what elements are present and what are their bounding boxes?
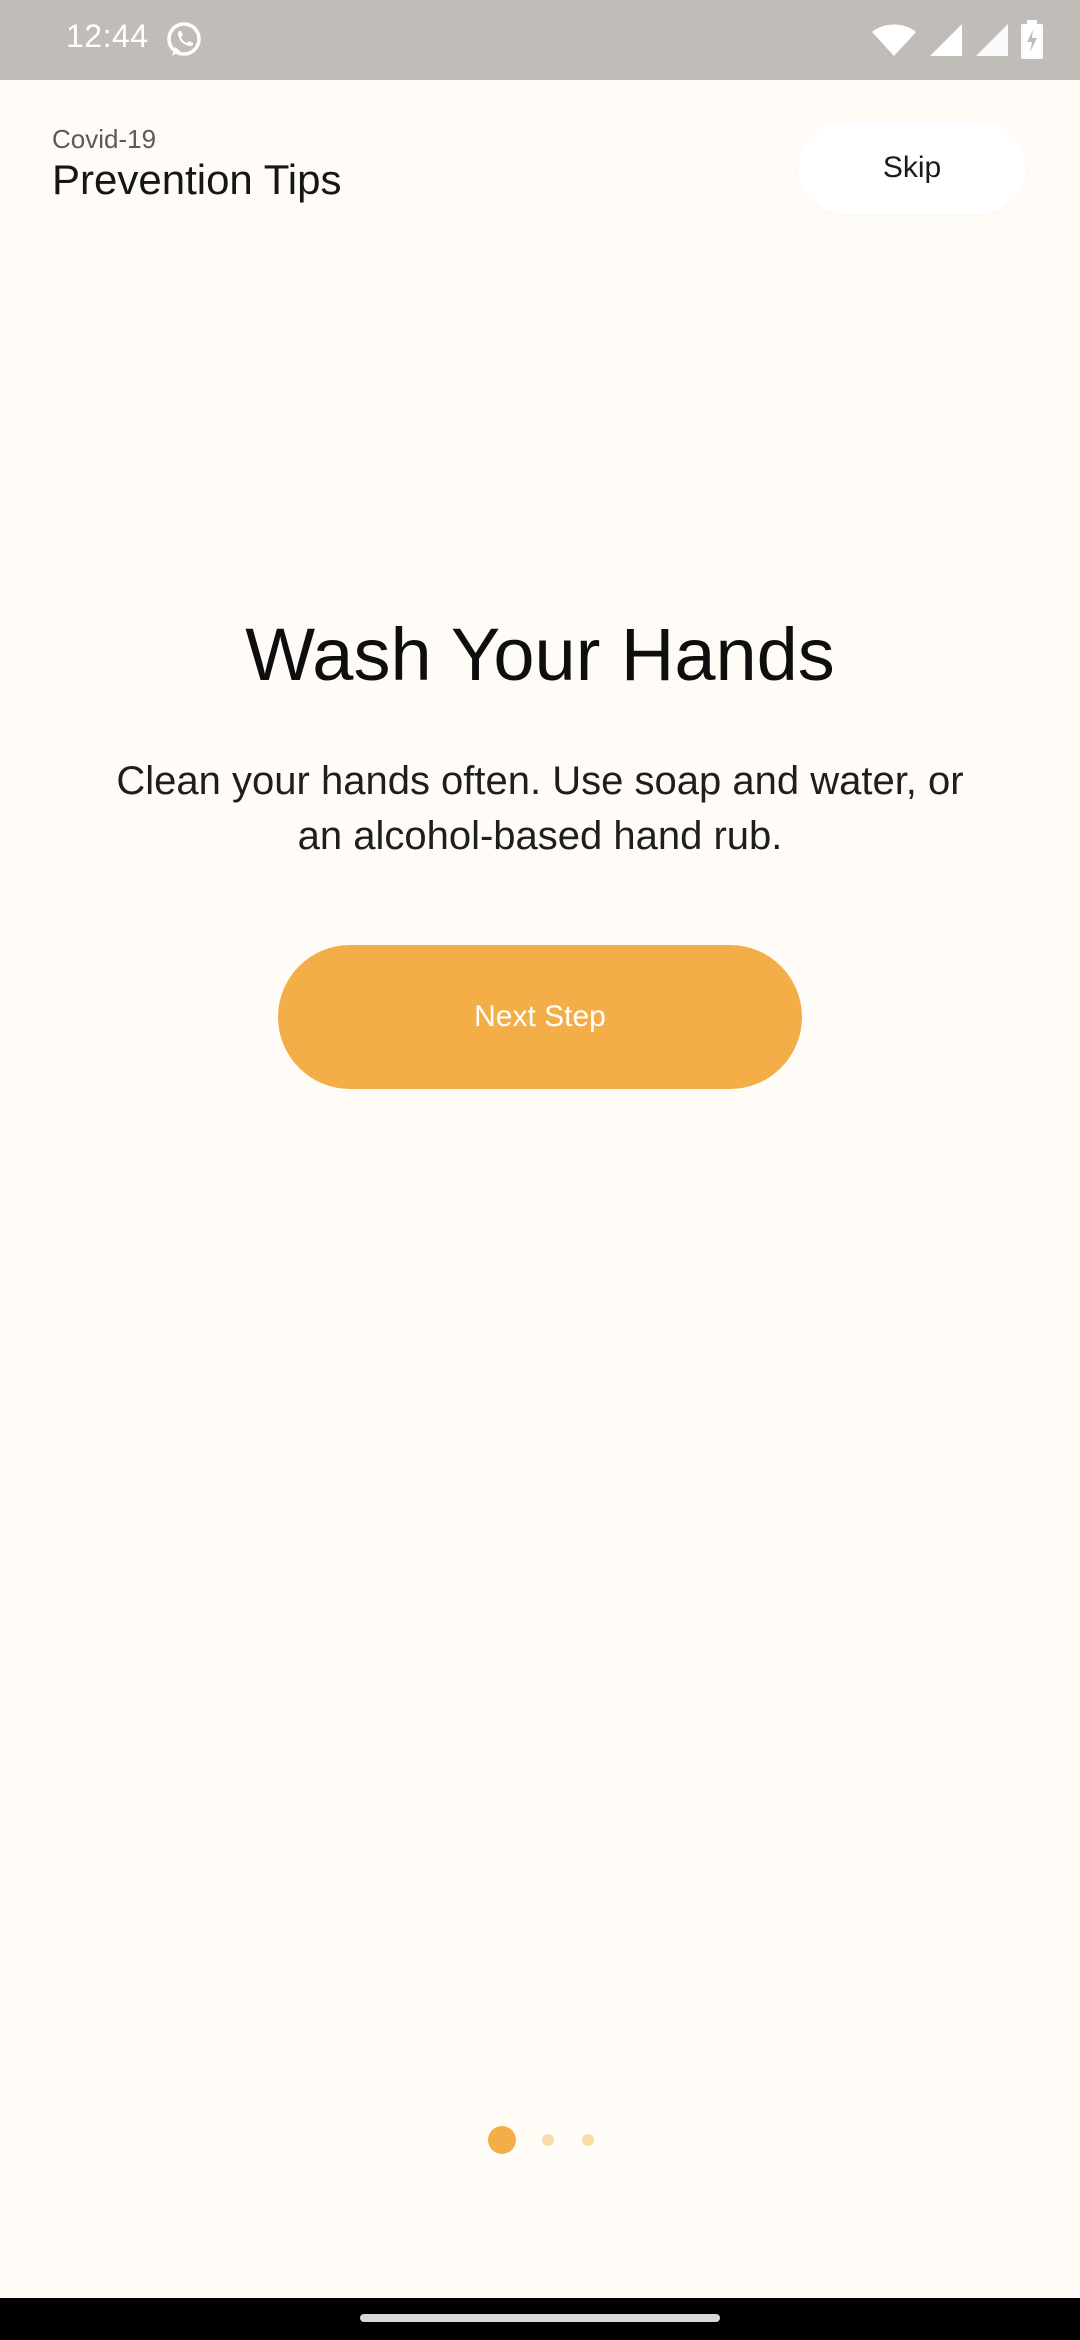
skip-button[interactable]: Skip bbox=[798, 122, 1026, 214]
status-icons bbox=[870, 18, 1044, 62]
wifi-icon bbox=[870, 22, 918, 58]
signal-icon bbox=[974, 22, 1010, 58]
status-bar: 12:44 bbox=[0, 0, 1080, 80]
page-title: Prevention Tips bbox=[52, 156, 342, 203]
next-step-button[interactable]: Next Step bbox=[278, 945, 802, 1089]
slide-description: Clean your hands often. Use soap and wat… bbox=[116, 759, 964, 858]
status-time: 12:44 bbox=[66, 18, 149, 54]
slide-title: Wash Your Hands bbox=[245, 613, 835, 696]
page-dot[interactable] bbox=[542, 2134, 554, 2146]
home-indicator[interactable] bbox=[360, 2314, 720, 2322]
whatsapp-icon bbox=[164, 20, 204, 60]
page-dot[interactable] bbox=[582, 2134, 594, 2146]
battery-charging-icon bbox=[1020, 20, 1044, 60]
header-subtitle: Covid-19 bbox=[52, 124, 157, 154]
page-dot-active[interactable] bbox=[488, 2126, 516, 2154]
navigation-bar bbox=[0, 2298, 1080, 2340]
signal-icon bbox=[928, 22, 964, 58]
